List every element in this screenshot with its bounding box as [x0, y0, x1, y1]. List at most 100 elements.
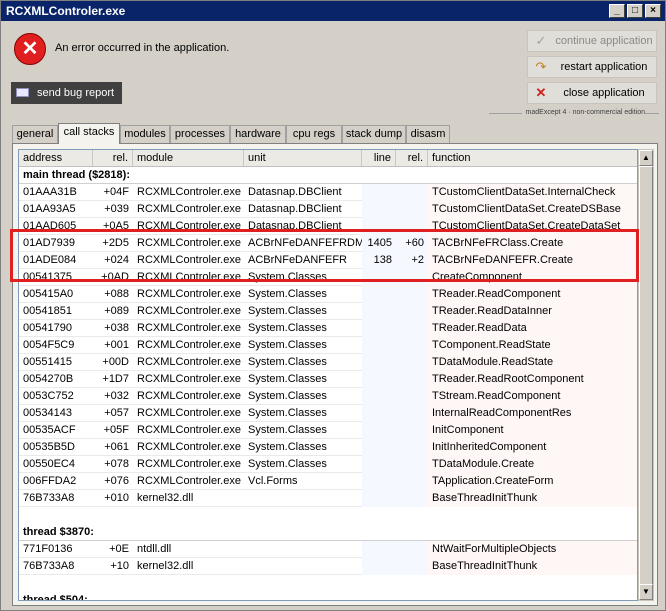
cell-address: 00535B5D	[23, 441, 75, 453]
cell-function: TReader.ReadComponent	[432, 288, 561, 300]
cell-address: 0054270B	[23, 373, 74, 385]
table-row[interactable]: 01AAD605 +0A5 RCXMLControler.exe Datasnap.D…	[19, 218, 637, 235]
table-row[interactable]: 00550EC4 +078 RCXMLControler.exe System.Cla…	[19, 456, 637, 473]
table-row[interactable]: 00541851 +089 RCXMLControler.exe System.Cla…	[19, 303, 637, 320]
cell-address: 01AA93A5	[23, 203, 76, 215]
table-row[interactable]: 76B733A8 +010 kernel32.dll BaseThreadInitTh…	[19, 490, 637, 507]
column-header-rel2[interactable]: rel.	[396, 150, 428, 166]
send-bug-report-button[interactable]: send bug report	[11, 82, 122, 104]
thread-header[interactable]: thread $3870:	[19, 524, 637, 541]
table-row[interactable]: 01ADE084 +024 RCXMLControler.exe ACBrNFeDAN…	[19, 252, 637, 269]
cell-address: 00541375	[23, 271, 72, 283]
scroll-thumb[interactable]	[639, 166, 653, 586]
cell-line: 138	[373, 254, 392, 266]
thread-header[interactable]: thread $504:	[19, 592, 637, 601]
cell-address: 01ADE084	[23, 254, 77, 266]
send-bug-report-label: send bug report	[37, 87, 115, 99]
window-title: RCXMLControler.exe	[6, 4, 126, 18]
table-row[interactable]: 00535B5D +061 RCXMLControler.exe System.Cla…	[19, 439, 637, 456]
table-row[interactable]: 00535ACF +05F RCXMLControler.exe System.Cla…	[19, 422, 637, 439]
table-row[interactable]: 76B733A8 +10 kernel32.dll BaseThreadInitThu…	[19, 558, 637, 575]
error-dialog: RCXMLControler.exe _ □ × ✕ An error occu…	[0, 0, 666, 611]
cell-function: TStream.ReadComponent	[432, 390, 561, 402]
scroll-up-button[interactable]: ▲	[639, 150, 653, 166]
cell-rel2	[396, 422, 424, 439]
cell-rel2	[396, 303, 424, 320]
cell-line	[362, 371, 392, 388]
cell-module: RCXMLControler.exe	[137, 186, 241, 198]
cell-function: TACBrNFeDANFEFR.Create	[432, 254, 573, 266]
title-bar[interactable]: RCXMLControler.exe _ □ ×	[1, 1, 665, 21]
cell-line	[362, 269, 392, 286]
table-row[interactable]: 00541375 +0AD RCXMLControler.exe System.Cla…	[19, 269, 637, 286]
cell-function: TCustomClientDataSet.CreateDSBase	[432, 203, 621, 215]
tab-processes[interactable]: processes	[170, 125, 230, 143]
tab-cpu-regs[interactable]: cpu regs	[286, 125, 342, 143]
thread-title: thread $504:	[23, 594, 88, 601]
cell-address: 0054F5C9	[23, 339, 75, 351]
table-row[interactable]: 0054F5C9 +001 RCXMLControler.exe System.Cla…	[19, 337, 637, 354]
tab-call-stacks[interactable]: call stacks	[58, 123, 120, 144]
continue-application-button[interactable]: ✓ continue application	[527, 30, 657, 52]
close-application-button[interactable]: ✕ close application	[527, 82, 657, 104]
cell-rel2	[396, 286, 424, 303]
cell-unit: Datasnap.DBClient	[248, 220, 342, 232]
table-row[interactable]: 01AA93A5 +039 RCXMLControler.exe Datasnap.D…	[19, 201, 637, 218]
cell-rel2	[396, 558, 424, 575]
scroll-down-button[interactable]: ▼	[639, 584, 653, 600]
table-row[interactable]: 01AD7939 +2D5 RCXMLControler.exe ACBrNFeDAN…	[19, 235, 637, 252]
tab-modules[interactable]: modules	[120, 125, 170, 143]
restart-arrow-icon: ↷	[535, 59, 547, 74]
cell-function: TCustomClientDataSet.InternalCheck	[432, 186, 616, 198]
thread-header[interactable]: main thread ($2818):	[19, 167, 637, 184]
table-row[interactable]: 771F0136 +0E ntdll.dll NtWaitForMultipleObj…	[19, 541, 637, 558]
table-row[interactable]: 0054270B +1D7 RCXMLControler.exe System.Cla…	[19, 371, 637, 388]
restart-application-button[interactable]: ↷ restart application	[527, 56, 657, 78]
maximize-button[interactable]: □	[627, 4, 643, 18]
table-row[interactable]: 0053C752 +032 RCXMLControler.exe System.Cla…	[19, 388, 637, 405]
table-row[interactable]: 00551415 +00D RCXMLControler.exe System.Cla…	[19, 354, 637, 371]
cell-address: 01AAA31B	[23, 186, 77, 198]
cell-rel: +039	[104, 203, 129, 215]
cell-function: TReader.ReadDataInner	[432, 305, 552, 317]
table-row[interactable]: 00534143 +057 RCXMLControler.exe System.Cla…	[19, 405, 637, 422]
cell-address: 00551415	[23, 356, 72, 368]
tab-stack-dump[interactable]: stack dump	[342, 125, 406, 143]
table-row[interactable]: 01AAA31B +04F RCXMLControler.exe Datasnap.D…	[19, 184, 637, 201]
cell-module: RCXMLControler.exe	[137, 458, 241, 470]
cell-rel2	[396, 456, 424, 473]
list-header: address rel. module unit line rel. funct…	[19, 150, 637, 167]
tab-disasm[interactable]: disasm	[406, 125, 450, 143]
cell-line	[362, 337, 392, 354]
call-stack-list[interactable]: address rel. module unit line rel. funct…	[18, 149, 638, 601]
cell-unit: System.Classes	[248, 305, 327, 317]
cell-rel2	[396, 184, 424, 201]
table-row[interactable]: 006FFDA2 +076 RCXMLControler.exe Vcl.Forms T…	[19, 473, 637, 490]
column-header-line[interactable]: line	[362, 150, 396, 166]
edition-label: madExcept 4 · non-commercial edition	[521, 109, 645, 116]
column-header-unit[interactable]: unit	[244, 150, 362, 166]
column-header-rel[interactable]: rel.	[93, 150, 133, 166]
blank-row	[19, 575, 637, 592]
close-window-button[interactable]: ×	[645, 4, 661, 18]
cell-rel: +2D5	[102, 237, 129, 249]
cell-address: 01AAD605	[23, 220, 77, 232]
cell-rel: +076	[104, 475, 129, 487]
column-header-function[interactable]: function	[428, 150, 637, 166]
table-row[interactable]: 00541790 +038 RCXMLControler.exe System.Cla…	[19, 320, 637, 337]
tab-hardware[interactable]: hardware	[230, 125, 286, 143]
vertical-scrollbar[interactable]: ▲ ▼	[638, 149, 654, 601]
cell-rel: +061	[104, 441, 129, 453]
cell-unit: System.Classes	[248, 288, 327, 300]
cell-function: InitComponent	[432, 424, 504, 436]
column-header-module[interactable]: module	[133, 150, 244, 166]
cell-rel2	[396, 269, 424, 286]
table-row[interactable]: 005415A0 +088 RCXMLControler.exe System.Cla…	[19, 286, 637, 303]
minimize-button[interactable]: _	[609, 4, 625, 18]
tab-general[interactable]: general	[12, 125, 58, 143]
cell-function: TDataModule.Create	[432, 458, 535, 470]
cell-function: TApplication.CreateForm	[432, 475, 554, 487]
cell-rel2	[396, 371, 424, 388]
cell-module: RCXMLControler.exe	[137, 407, 241, 419]
column-header-address[interactable]: address	[19, 150, 93, 166]
